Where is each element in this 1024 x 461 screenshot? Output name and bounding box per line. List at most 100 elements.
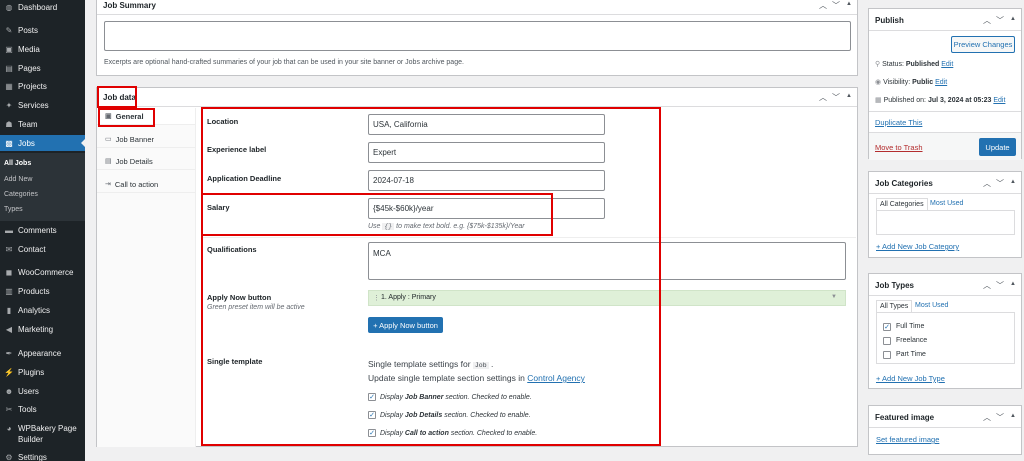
move-down-icon[interactable]: ﹀ — [996, 280, 1004, 291]
qualifications-textarea[interactable]: MCA — [368, 242, 846, 280]
sidebar-item-jobs[interactable]: ▩ Jobs — [0, 135, 85, 151]
move-up-icon[interactable]: ︿ — [983, 280, 991, 291]
submenu-all-jobs[interactable]: All Jobs — [4, 160, 31, 167]
toggle-panel-icon[interactable]: ▲ — [1010, 413, 1016, 419]
move-down-icon[interactable]: ﹀ — [996, 15, 1004, 26]
sidebar-item-woocommerce[interactable]: ◼ WooCommerce — [0, 264, 85, 280]
toggle-panel-icon[interactable]: ▲ — [1010, 179, 1016, 185]
job-summary-textarea[interactable] — [104, 21, 851, 51]
sidebar-item-media[interactable]: ▣ Media — [0, 41, 85, 57]
set-featured-image-link[interactable]: Set featured image — [876, 435, 939, 444]
full-time-label: Full Time — [896, 323, 925, 330]
job-categories-title: Job Categories — [875, 179, 933, 188]
control-agency-link[interactable]: Control Agency — [527, 373, 585, 383]
move-up-icon[interactable]: ︿ — [819, 0, 827, 11]
part-time-checkbox[interactable] — [883, 351, 891, 359]
add-job-category-link[interactable]: + Add New Job Category — [876, 242, 959, 251]
display-job-banner-checkbox[interactable]: ✓ — [368, 393, 376, 401]
tab-most-used-categories[interactable]: Most Used — [930, 200, 963, 207]
submenu-categories[interactable]: Categories — [4, 191, 38, 198]
sidebar-item-label: Tools — [18, 404, 37, 414]
sidebar-item-team[interactable]: ☗ Team — [0, 116, 85, 132]
tab-all-categories[interactable]: All Categories — [876, 198, 928, 210]
sidebar-item-users[interactable]: ☻ Users — [0, 383, 85, 399]
move-up-icon[interactable]: ︿ — [983, 178, 991, 189]
move-up-icon[interactable]: ︿ — [819, 92, 827, 103]
tools-icon: ✂ — [5, 404, 13, 414]
move-to-trash-link[interactable]: Move to Trash — [875, 143, 923, 152]
add-apply-now-button[interactable]: + Apply Now button — [368, 317, 443, 333]
update-button[interactable]: Update — [979, 138, 1016, 156]
sidebar-item-analytics[interactable]: ▮ Analytics — [0, 302, 85, 318]
salary-input[interactable] — [368, 198, 605, 219]
tab-all-types[interactable]: All Types — [876, 300, 913, 312]
sidebar-item-label: Dashboard — [18, 2, 58, 12]
sidebar-item-pages[interactable]: ▤ Pages — [0, 60, 85, 76]
featured-image-header: Featured image ︿ ﹀ ▲ — [869, 406, 1021, 428]
sidebar-item-appearance[interactable]: ✒ Appearance — [0, 345, 85, 361]
users-icon: ☻ — [4, 386, 14, 396]
sidebar-item-projects[interactable]: ▦ Projects — [0, 78, 85, 94]
location-input[interactable] — [368, 114, 605, 135]
tab-most-used-types[interactable]: Most Used — [915, 302, 948, 309]
tab-general[interactable]: ▣ General — [97, 108, 195, 125]
move-up-icon[interactable]: ︿ — [983, 412, 991, 423]
duplicate-link[interactable]: Duplicate This — [875, 118, 922, 127]
move-down-icon[interactable]: ﹀ — [996, 412, 1004, 423]
jobs-submenu: All Jobs Add New Categories Types — [0, 153, 85, 221]
toggle-panel-icon[interactable]: ▲ — [1010, 16, 1016, 22]
freelance-label: Freelance — [896, 337, 928, 344]
sidebar-item-services[interactable]: ✦ Services — [0, 97, 85, 113]
toggle-panel-icon[interactable]: ▲ — [846, 93, 852, 99]
apply-preset-item[interactable]: ⋮ 1. Apply : Primary ▼ — [368, 290, 846, 306]
sidebar-item-posts[interactable]: ✎ Posts — [0, 22, 85, 38]
pin-icon: ⚲ — [875, 61, 881, 68]
team-icon: ☗ — [5, 119, 13, 129]
sidebar-item-builder[interactable]: Builder — [0, 431, 85, 447]
sidebar-item-tools[interactable]: ✂ Tools — [0, 401, 85, 417]
drag-handle-icon[interactable]: ⋮ — [373, 294, 380, 302]
sidebar-item-label: Users — [18, 386, 39, 396]
tab-job-banner[interactable]: ▭ Job Banner — [97, 131, 195, 148]
salary-help-prefix: Use — [368, 223, 381, 230]
sidebar-item-products[interactable]: ▥ Products — [0, 283, 85, 299]
sidebar-item-settings[interactable]: ⚙ Settings — [0, 449, 85, 461]
sidebar-item-plugins[interactable]: ⚡ Plugins — [0, 364, 85, 380]
tab-call-to-action[interactable]: ⇥ Call to action — [97, 176, 195, 193]
job-categories-header: Job Categories ︿ ﹀ ▲ — [869, 172, 1021, 194]
preview-changes-button[interactable]: Preview Changes — [951, 36, 1015, 53]
submenu-add-new[interactable]: Add New — [4, 176, 32, 183]
job-data-tabs: ▣ General ▭ Job Banner ▤ Job Details ⇥ C… — [97, 108, 196, 447]
tab-job-banner-label: Job Banner — [115, 134, 154, 144]
add-job-type-link[interactable]: + Add New Job Type — [876, 374, 945, 383]
deadline-input[interactable] — [368, 170, 605, 191]
sidebar-item-contact[interactable]: ✉ Contact — [0, 241, 85, 257]
publish-actions: Move to Trash Update — [869, 132, 1021, 160]
display-job-details-checkbox[interactable]: ✓ — [368, 411, 376, 419]
sidebar-item-marketing[interactable]: ◀ Marketing — [0, 321, 85, 337]
toggle-panel-icon[interactable]: ▲ — [846, 1, 852, 7]
edit-date-link[interactable]: Edit — [993, 97, 1005, 104]
toggle-panel-icon[interactable]: ▲ — [1010, 281, 1016, 287]
move-up-icon[interactable]: ︿ — [983, 15, 991, 26]
move-down-icon[interactable]: ﹀ — [832, 92, 840, 103]
sidebar-item-label: Services — [18, 100, 49, 110]
edit-status-link[interactable]: Edit — [941, 61, 953, 68]
submenu-types[interactable]: Types — [4, 206, 23, 213]
sidebar-item-dashboard[interactable]: ◍ Dashboard — [0, 0, 85, 15]
appearance-icon: ✒ — [5, 348, 13, 358]
display-call-to-action-checkbox[interactable]: ✓ — [368, 429, 376, 437]
freelance-checkbox[interactable] — [883, 337, 891, 345]
move-down-icon[interactable]: ﹀ — [832, 0, 840, 11]
chevron-down-icon[interactable]: ▼ — [831, 294, 837, 300]
tab-job-details[interactable]: ▤ Job Details — [97, 153, 195, 170]
sidebar-item-comments[interactable]: ▬ Comments — [0, 222, 85, 238]
comments-icon: ▬ — [5, 225, 13, 235]
experience-input[interactable] — [368, 142, 605, 163]
full-time-checkbox[interactable]: ✓ — [883, 323, 891, 331]
edit-visibility-link[interactable]: Edit — [935, 79, 947, 86]
move-down-icon[interactable]: ﹀ — [996, 178, 1004, 189]
sidebar-item-label: Contact — [18, 244, 46, 254]
woocommerce-icon: ◼ — [5, 267, 13, 277]
